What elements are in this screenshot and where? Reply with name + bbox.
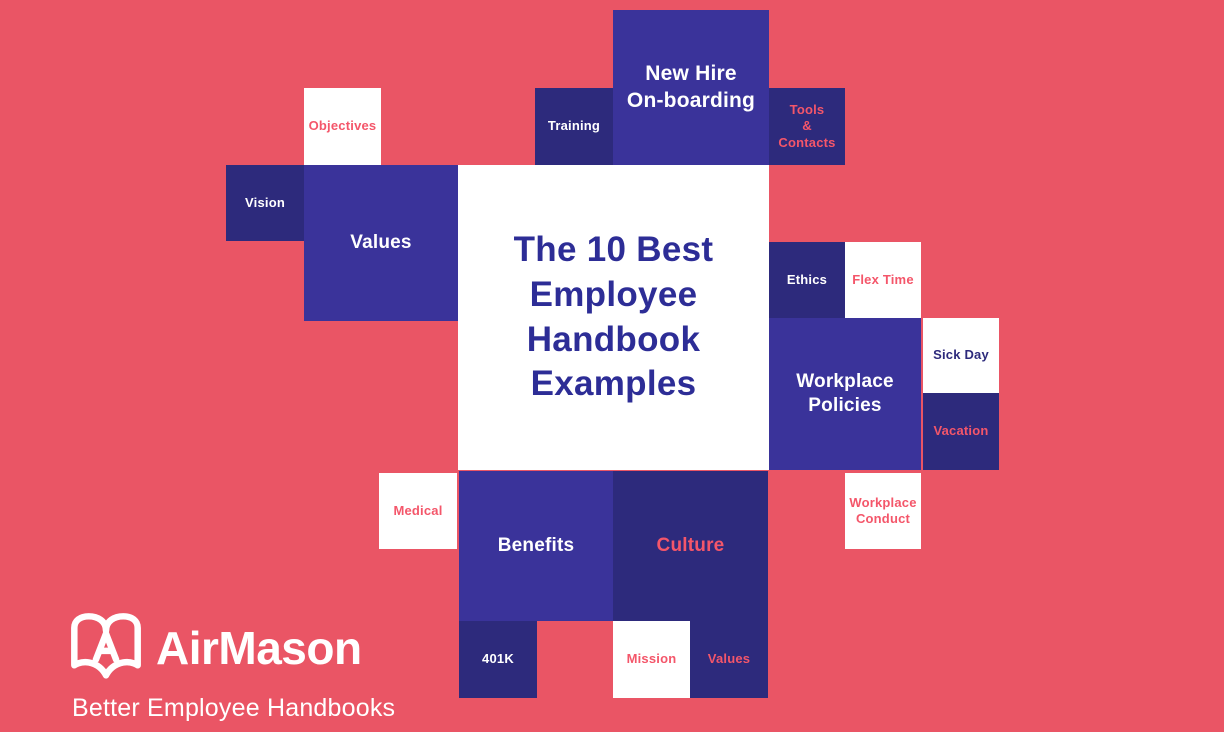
tile-tools-and-contacts-label: Tools & Contacts [778, 102, 836, 150]
open-book-with-a-icon [71, 613, 141, 679]
tile-workplace-policies: Workplace Policies [769, 318, 921, 470]
tile-values-bottom: Values [690, 621, 768, 698]
tile-401k-label: 401K [482, 651, 514, 667]
tile-workplace-conduct-label: Workplace Conduct [849, 494, 917, 526]
tile-culture: Culture [613, 471, 768, 621]
tile-sick-day: Sick Day [923, 318, 999, 393]
tile-workplace-conduct: Workplace Conduct [845, 473, 921, 549]
tile-training-label: Training [547, 118, 601, 134]
tile-medical-label: Medical [393, 502, 443, 518]
tile-ethics: Ethics [769, 242, 845, 318]
tile-vacation: Vacation [923, 393, 999, 470]
tile-new-hire-onboarding: New Hire On-boarding [613, 10, 769, 165]
logo-tagline: Better Employee Handbooks [72, 694, 396, 722]
tile-vision: Vision [226, 165, 304, 241]
tile-flex-time: Flex Time [845, 242, 921, 318]
tile-tools-and-contacts: Tools & Contacts [769, 88, 845, 165]
tile-sick-day-label: Sick Day [933, 347, 989, 363]
infographic-canvas: Objectives Training New Hire On-boarding… [0, 0, 1224, 732]
tile-values-left: Values [304, 165, 458, 321]
tile-benefits: Benefits [459, 471, 613, 621]
tile-401k: 401K [459, 621, 537, 698]
tile-benefits-label: Benefits [497, 535, 575, 557]
tile-objectives-label: Objectives [308, 118, 377, 134]
tile-vision-label: Vision [245, 194, 285, 210]
tile-workplace-policies-label: Workplace Policies [796, 371, 894, 416]
tile-values-left-label: Values [350, 232, 412, 254]
tile-medical: Medical [379, 473, 457, 549]
tile-training: Training [535, 88, 613, 165]
tile-mission-label: Mission [626, 651, 677, 667]
page-title: The 10 Best Employee Handbook Examples [513, 229, 714, 404]
tile-flex-time-label: Flex Time [852, 271, 914, 287]
tile-mission: Mission [613, 621, 690, 698]
tile-culture-label: Culture [656, 535, 725, 557]
logo-wordmark: AirMason [156, 622, 362, 674]
tile-ethics-label: Ethics [786, 271, 828, 287]
tile-objectives: Objectives [304, 88, 381, 165]
airmason-logo: AirMason Better Employee Handbooks [70, 612, 395, 721]
tile-vacation-label: Vacation [933, 423, 989, 439]
title-card: The 10 Best Employee Handbook Examples [458, 165, 769, 470]
tile-values-bottom-label: Values [707, 651, 751, 667]
tile-new-hire-onboarding-label: New Hire On-boarding [626, 62, 756, 112]
